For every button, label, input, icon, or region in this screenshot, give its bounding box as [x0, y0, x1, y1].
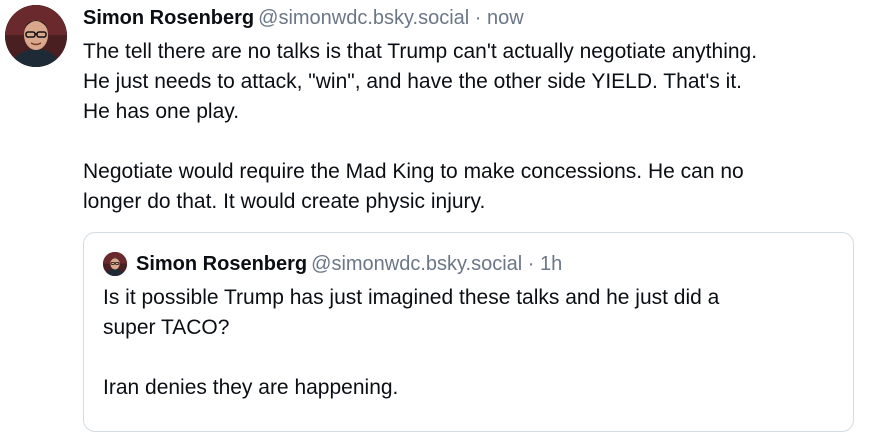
author-avatar[interactable]	[5, 5, 67, 67]
quoted-author-avatar	[103, 252, 127, 276]
post-paragraph: The tell there are no talks is that Trum…	[83, 40, 758, 123]
quoted-post[interactable]: Simon Rosenberg @simonwdc.bsky.social · 1…	[83, 232, 854, 432]
meta-separator: ·	[469, 7, 488, 29]
post-text: The tell there are no talks is that Trum…	[83, 37, 863, 217]
author-handle[interactable]: @simonwdc.bsky.social	[258, 7, 469, 29]
quoted-post-text: Is it possible Trump has just imagined t…	[103, 283, 833, 403]
post-timestamp[interactable]: now	[487, 7, 524, 29]
quoted-meta-separator: ·	[522, 253, 541, 275]
quoted-author-handle: @simonwdc.bsky.social	[311, 253, 523, 275]
author-name[interactable]: Simon Rosenberg	[83, 7, 254, 29]
post-header: Simon Rosenberg @simonwdc.bsky.social · n…	[83, 5, 524, 31]
avatar-image	[5, 5, 67, 67]
post[interactable]: Simon Rosenberg @simonwdc.bsky.social · n…	[0, 0, 874, 432]
quoted-author-name: Simon Rosenberg	[136, 253, 308, 275]
quoted-post-paragraph: Iran denies they are happening.	[103, 376, 399, 399]
quoted-post-paragraph: Is it possible Trump has just imagined t…	[103, 286, 720, 339]
quoted-post-header: Simon Rosenberg @simonwdc.bsky.social · 1…	[136, 251, 562, 277]
post-paragraph: Negotiate would require the Mad King to …	[83, 160, 744, 213]
quoted-avatar-image	[103, 252, 127, 276]
quoted-post-timestamp: 1h	[540, 253, 563, 275]
